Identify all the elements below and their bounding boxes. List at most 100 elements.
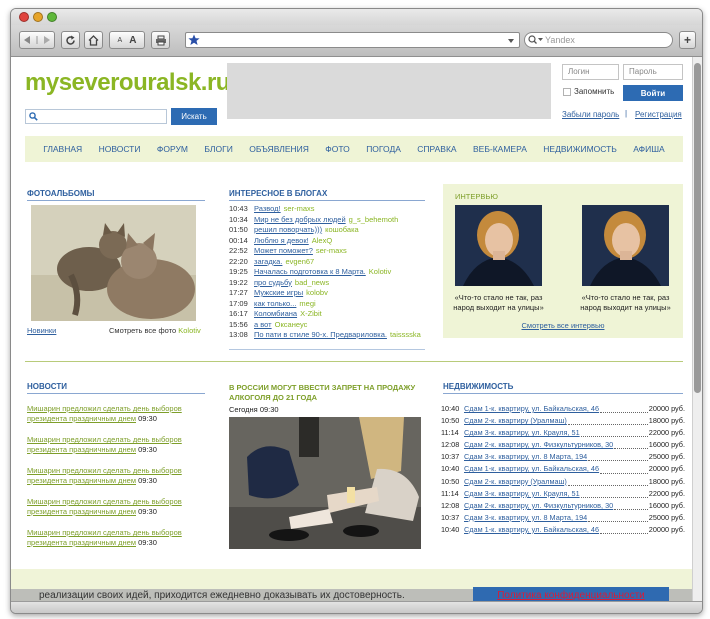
blog-author-link[interactable]: evgen67	[285, 257, 314, 266]
interview-photo[interactable]	[455, 205, 542, 286]
blog-author-link[interactable]: taisssska	[390, 330, 421, 339]
interview-caption[interactable]: «Что-то стало не так, раз народ выходит …	[448, 293, 549, 313]
photo-author-link[interactable]: Kolotiv	[178, 326, 201, 335]
nav-item-news[interactable]: НОВОСТИ	[99, 144, 141, 154]
realty-link[interactable]: Сдам 2-к. квартиру, ул. Физкультурников,…	[464, 501, 613, 513]
forgot-password-link[interactable]: Забыли пароль	[562, 110, 619, 119]
blog-title-link[interactable]: решил поворчать)))	[254, 225, 322, 234]
news-link[interactable]: Мишарин предложил сделать день выборов п…	[27, 497, 182, 516]
print-button[interactable]	[151, 31, 170, 49]
minimize-window-button[interactable]	[33, 12, 43, 22]
text-size-buttons[interactable]: A A	[109, 31, 145, 49]
blog-author-link[interactable]: g_s_behemoth	[349, 215, 399, 224]
address-bar[interactable]	[185, 32, 520, 48]
blog-title-link[interactable]: Коломбиана	[254, 309, 297, 318]
news-link[interactable]: Мишарин предложил сделать день выборов п…	[27, 466, 182, 485]
login-button[interactable]: Войти	[623, 85, 683, 101]
realty-link[interactable]: Сдам 1-к. квартиру, ул. Байкальская, 46	[464, 464, 599, 476]
blog-title-link[interactable]: Развод!	[254, 204, 281, 213]
blog-title-link[interactable]: По пати в стиле 90-х. Предвариловка.	[254, 330, 387, 339]
photo-album-image[interactable]	[31, 205, 196, 321]
blog-author-link[interactable]: X-Zibit	[300, 309, 322, 318]
blog-item: 17:09 как только... megi	[229, 299, 425, 310]
realty-link[interactable]: Сдам 3-к. квартиру, ул. Крауля, 51	[464, 489, 580, 501]
search-engine-icon[interactable]	[528, 35, 544, 45]
blog-title-link[interactable]: Может поможет?	[254, 246, 313, 255]
nav-item-info[interactable]: СПРАВКА	[417, 144, 456, 154]
blog-title-link[interactable]: как только...	[254, 299, 296, 308]
blog-author-link[interactable]: bad_news	[295, 278, 329, 287]
home-button[interactable]	[84, 31, 103, 49]
blog-author-link[interactable]: Kolotiv	[369, 267, 392, 276]
nav-item-ads[interactable]: ОБЪЯВЛЕНИЯ	[249, 144, 309, 154]
login-input[interactable]: Логин	[562, 64, 619, 80]
realty-link[interactable]: Сдам 1-к. квартиру, ул. Байкальская, 46	[464, 404, 599, 416]
news-link[interactable]: Мишарин предложил сделать день выборов п…	[27, 528, 182, 547]
interview-caption[interactable]: «Что-то стало не так, раз народ выходит …	[575, 293, 676, 313]
realty-link[interactable]: Сдам 1-к. квартиру, ул. Байкальская, 46	[464, 525, 599, 537]
address-dropdown-icon[interactable]	[507, 37, 515, 45]
article-headline[interactable]: В РОССИИ МОГУТ ВВЕСТИ ЗАПРЕТ НА ПРОДАЖУ …	[229, 383, 425, 403]
browser-search-field[interactable]: Yandex	[524, 32, 673, 48]
nav-item-webcam[interactable]: ВЕБ-КАМЕРА	[473, 144, 527, 154]
blog-title-link[interactable]: Началась подготовка к 8 Марта.	[254, 267, 366, 276]
scrollbar-thumb[interactable]	[694, 63, 701, 393]
blog-author-link[interactable]: кошобака	[325, 225, 359, 234]
interview-photo[interactable]	[582, 205, 669, 286]
blog-title-link[interactable]: про судьбу	[254, 278, 292, 287]
close-window-button[interactable]	[19, 12, 29, 22]
new-tab-button[interactable]: +	[679, 31, 696, 49]
zoom-window-button[interactable]	[47, 12, 57, 22]
realty-link[interactable]: Сдам 3-к. квартиру, ул. 8 Марта, 194	[464, 452, 587, 464]
nav-item-home[interactable]: ГЛАВНАЯ	[43, 144, 82, 154]
all-photos-label[interactable]: Смотреть все фото	[109, 326, 176, 335]
bookmark-star-icon[interactable]	[188, 34, 200, 46]
text-smaller-label[interactable]: A	[118, 37, 123, 44]
remember-checkbox[interactable]	[563, 88, 571, 96]
realty-list: 10:40 Сдам 1-к. квартиру, ул. Байкальская…	[441, 404, 685, 537]
blog-author-link[interactable]: megi	[299, 299, 315, 308]
nav-item-realty[interactable]: НЕДВИЖИМОСТЬ	[543, 144, 617, 154]
printer-icon	[155, 35, 166, 45]
blog-author-link[interactable]: ser-maxs	[284, 204, 315, 213]
blog-author-link[interactable]: Оксанеус	[275, 320, 308, 329]
realty-link[interactable]: Сдам 2-к. квартиру (Уралмаш)	[464, 416, 567, 428]
new-photos-link[interactable]: Новинки	[27, 326, 56, 335]
news-link[interactable]: Мишарин предложил сделать день выборов п…	[27, 435, 182, 454]
site-logo[interactable]: myseverouralsk.ru	[25, 69, 230, 97]
news-link[interactable]: Мишарин предложил сделать день выборов п…	[27, 404, 182, 423]
password-input[interactable]: Пароль	[623, 64, 683, 80]
nav-item-events[interactable]: АФИША	[633, 144, 664, 154]
nav-item-weather[interactable]: ПОГОДА	[366, 144, 401, 154]
realty-link[interactable]: Сдам 3-к. квартиру, ул. 8 Марта, 194	[464, 513, 587, 525]
nav-item-blogs[interactable]: БЛОГИ	[204, 144, 232, 154]
realty-link[interactable]: Сдам 3-к. квартиру, ул. Крауля, 51	[464, 428, 580, 440]
register-link[interactable]: Регистрация	[635, 110, 682, 119]
blog-title-link[interactable]: а вот	[254, 320, 272, 329]
article-photo[interactable]	[229, 417, 421, 549]
reload-button[interactable]	[61, 31, 80, 49]
all-photos-link[interactable]: Смотреть все фото Kolotiv	[109, 326, 201, 335]
blog-title-link[interactable]: Мир не без добрых людей	[254, 215, 346, 224]
nav-item-forum[interactable]: ФОРУМ	[157, 144, 188, 154]
site-search-button[interactable]: Искать	[171, 108, 217, 125]
nav-item-photo[interactable]: ФОТО	[325, 144, 350, 154]
site-search-input[interactable]	[25, 109, 167, 124]
realty-price: 20000 руб.	[648, 464, 685, 474]
all-interviews-link[interactable]: Смотреть все интервью	[443, 321, 683, 330]
realty-heading: НЕДВИЖИМОСТЬ	[443, 382, 683, 394]
blog-title-link[interactable]: Люблю я девок!	[254, 236, 309, 245]
blog-author-link[interactable]: AlexQ	[312, 236, 332, 245]
blog-author-link[interactable]: ser-maxs	[316, 246, 347, 255]
realty-link[interactable]: Сдам 2-к. квартиру, ул. Физкультурников,…	[464, 440, 613, 452]
main-nav: ГЛАВНАЯ НОВОСТИ ФОРУМ БЛОГИ ОБЪЯВЛЕНИЯ Ф…	[25, 136, 683, 162]
blog-title-link[interactable]: Мужские игры	[254, 288, 303, 297]
blog-title-link[interactable]: загадка.	[254, 257, 282, 266]
back-forward-buttons[interactable]	[19, 31, 55, 49]
ad-banner[interactable]	[227, 63, 551, 119]
blog-author-link[interactable]: kolobv	[306, 288, 328, 297]
blog-item: 01:50 решил поворчать))) кошобака	[229, 225, 425, 236]
text-bigger-label[interactable]: A	[129, 35, 136, 46]
realty-link[interactable]: Сдам 2-к. квартиру (Уралмаш)	[464, 477, 567, 489]
vertical-scrollbar[interactable]	[692, 57, 702, 602]
